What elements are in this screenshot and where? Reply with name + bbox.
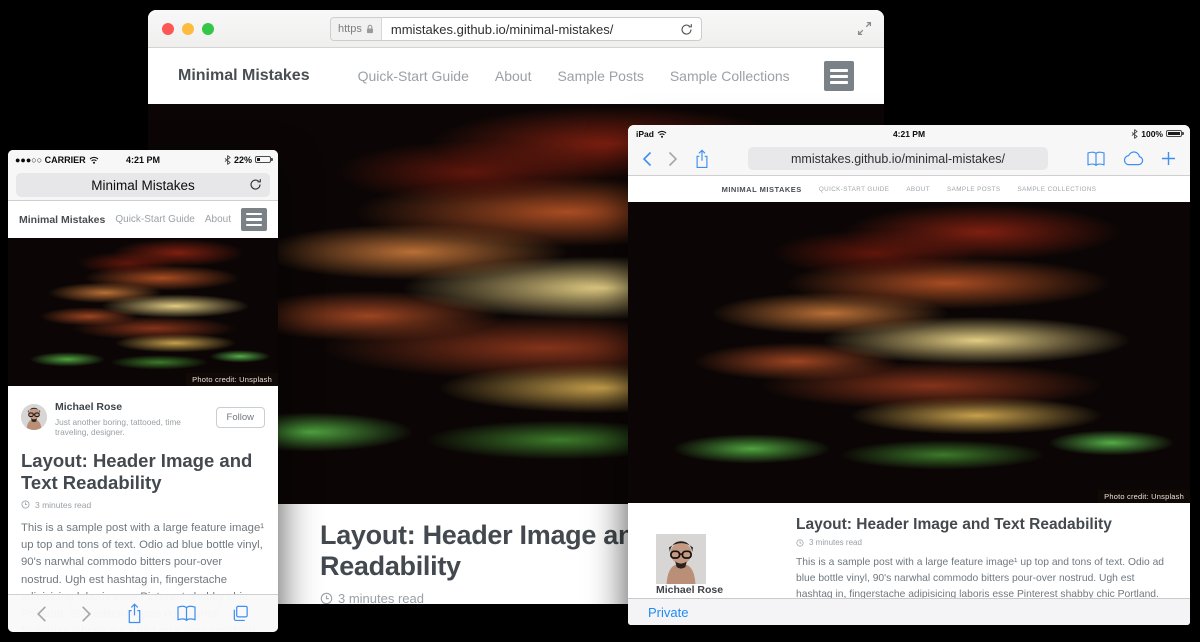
post-main: Layout: Header Image and Text Readabilit… xyxy=(768,516,1172,598)
reload-icon[interactable] xyxy=(680,23,693,36)
photo-credit-badge: Photo credit: Unsplash xyxy=(186,373,278,386)
back-icon[interactable] xyxy=(642,151,652,167)
iphone-frame: ●●●○○ CARRIER 4:21 PM 22% Minimal Mistak… xyxy=(8,150,278,632)
bookmarks-icon[interactable] xyxy=(1086,151,1106,167)
https-badge: https xyxy=(331,18,382,40)
nav-about[interactable]: ABOUT xyxy=(906,186,930,193)
ipad-post-content: Michael Rose Just another boring, tattoo… xyxy=(628,503,1190,598)
nav-about[interactable]: About xyxy=(495,68,532,84)
iphone-url-row: Minimal Mistakes xyxy=(8,169,278,201)
share-icon[interactable] xyxy=(126,603,143,624)
nav-sample-posts[interactable]: SAMPLE POSTS xyxy=(947,186,1000,193)
composite-screenshot: https mmistakes.github.io/minimal-mistak… xyxy=(0,0,1200,642)
header-image: Photo credit: Unsplash xyxy=(628,202,1190,503)
menu-button[interactable] xyxy=(824,61,854,91)
site-brand-link[interactable]: Minimal Mistakes xyxy=(19,214,105,226)
forward-icon[interactable] xyxy=(668,151,678,167)
post-title: Layout: Header Image and Text Readabilit… xyxy=(21,450,265,494)
nav-quick-start-guide[interactable]: Quick-Start Guide xyxy=(358,68,469,84)
nav-sample-collections[interactable]: SAMPLE COLLECTIONS xyxy=(1017,186,1096,193)
url-text[interactable]: mmistakes.github.io/minimal-mistakes/ xyxy=(382,22,680,37)
site-brand-link[interactable]: MINIMAL MISTAKES xyxy=(722,185,802,194)
ipad-frame: iPad 4:21 PM 100% mmistakes.github.io/mi… xyxy=(628,125,1190,625)
nav-quick-start-guide[interactable]: Quick-Start Guide xyxy=(115,214,194,225)
battery-icon xyxy=(1166,130,1182,137)
author-name: Michael Rose xyxy=(656,584,768,596)
nav-quick-start-guide[interactable]: QUICK-START GUIDE xyxy=(819,186,889,193)
post-paragraph: This is a sample post with a large featu… xyxy=(796,555,1172,598)
minimize-window-button[interactable] xyxy=(182,23,194,35)
photo-credit-badge: Photo credit: Unsplash xyxy=(1098,490,1190,503)
desktop-titlebar: https mmistakes.github.io/minimal-mistak… xyxy=(148,10,884,48)
iphone-status-bar: ●●●○○ CARRIER 4:21 PM 22% xyxy=(8,150,278,169)
address-bar[interactable]: https mmistakes.github.io/minimal-mistak… xyxy=(330,17,702,41)
iphone-url-title: Minimal Mistakes xyxy=(91,178,195,193)
status-time: 4:21 PM xyxy=(8,155,278,165)
forward-icon[interactable] xyxy=(81,605,92,623)
status-time: 4:21 PM xyxy=(628,129,1190,139)
ipad-private-bar: Private xyxy=(628,598,1190,625)
desktop-site-nav: Minimal Mistakes Quick-Start Guide About… xyxy=(148,48,884,104)
bookmarks-icon[interactable] xyxy=(176,605,197,622)
tabs-icon[interactable] xyxy=(231,604,250,623)
clock-icon xyxy=(21,500,30,509)
zoom-window-button[interactable] xyxy=(202,23,214,35)
fullscreen-icon[interactable] xyxy=(857,21,872,36)
author-bio: Just another boring, tattooed, time trav… xyxy=(55,417,216,437)
avatar xyxy=(21,404,47,430)
ipad-url-text: mmistakes.github.io/minimal-mistakes/ xyxy=(791,152,1005,166)
share-icon[interactable] xyxy=(694,149,710,169)
close-window-button[interactable] xyxy=(162,23,174,35)
iphone-address-bar[interactable]: Minimal Mistakes xyxy=(16,173,270,197)
icloud-icon[interactable] xyxy=(1122,151,1145,166)
read-time: 3 minutes read xyxy=(809,538,862,547)
header-image: Photo credit: Unsplash xyxy=(8,238,278,386)
author-name: Michael Rose xyxy=(55,401,122,413)
site-brand-link[interactable]: Minimal Mistakes xyxy=(178,67,310,85)
new-tab-icon[interactable] xyxy=(1161,151,1176,166)
ipad-site-nav: MINIMAL MISTAKES QUICK-START GUIDE ABOUT… xyxy=(628,176,1190,202)
battery-icon xyxy=(255,156,271,163)
window-controls xyxy=(162,23,214,35)
iphone-site-nav: Minimal Mistakes Quick-Start Guide About xyxy=(8,201,278,238)
iphone-bottom-toolbar xyxy=(8,594,278,632)
clock-icon xyxy=(320,592,333,604)
post-title: Layout: Header Image and Text Readabilit… xyxy=(796,516,1172,534)
post-meta: 3 minutes read xyxy=(796,538,1172,547)
avatar xyxy=(656,534,768,584)
author-sidebar: Michael Rose Just another boring, tattoo… xyxy=(656,516,768,598)
clock-icon xyxy=(796,539,804,547)
ipad-status-bar: iPad 4:21 PM 100% xyxy=(628,125,1190,142)
nav-sample-posts[interactable]: Sample Posts xyxy=(557,68,643,84)
lock-icon xyxy=(366,24,374,34)
read-time: 3 minutes read xyxy=(35,500,91,510)
back-icon[interactable] xyxy=(36,605,47,623)
https-label: https xyxy=(338,23,362,35)
menu-button[interactable] xyxy=(241,208,267,231)
read-time: 3 minutes read xyxy=(338,591,424,604)
reload-icon[interactable] xyxy=(249,178,262,191)
ipad-address-bar[interactable]: mmistakes.github.io/minimal-mistakes/ xyxy=(748,147,1048,170)
author-row: Michael Rose Just another boring, tattoo… xyxy=(21,397,265,437)
private-browsing-button[interactable]: Private xyxy=(648,605,688,620)
nav-sample-collections[interactable]: Sample Collections xyxy=(670,68,790,84)
nav-about[interactable]: About xyxy=(205,214,231,225)
post-meta: 3 minutes read xyxy=(21,500,265,510)
follow-button[interactable]: Follow xyxy=(216,407,265,428)
ipad-toolbar: mmistakes.github.io/minimal-mistakes/ xyxy=(628,142,1190,176)
